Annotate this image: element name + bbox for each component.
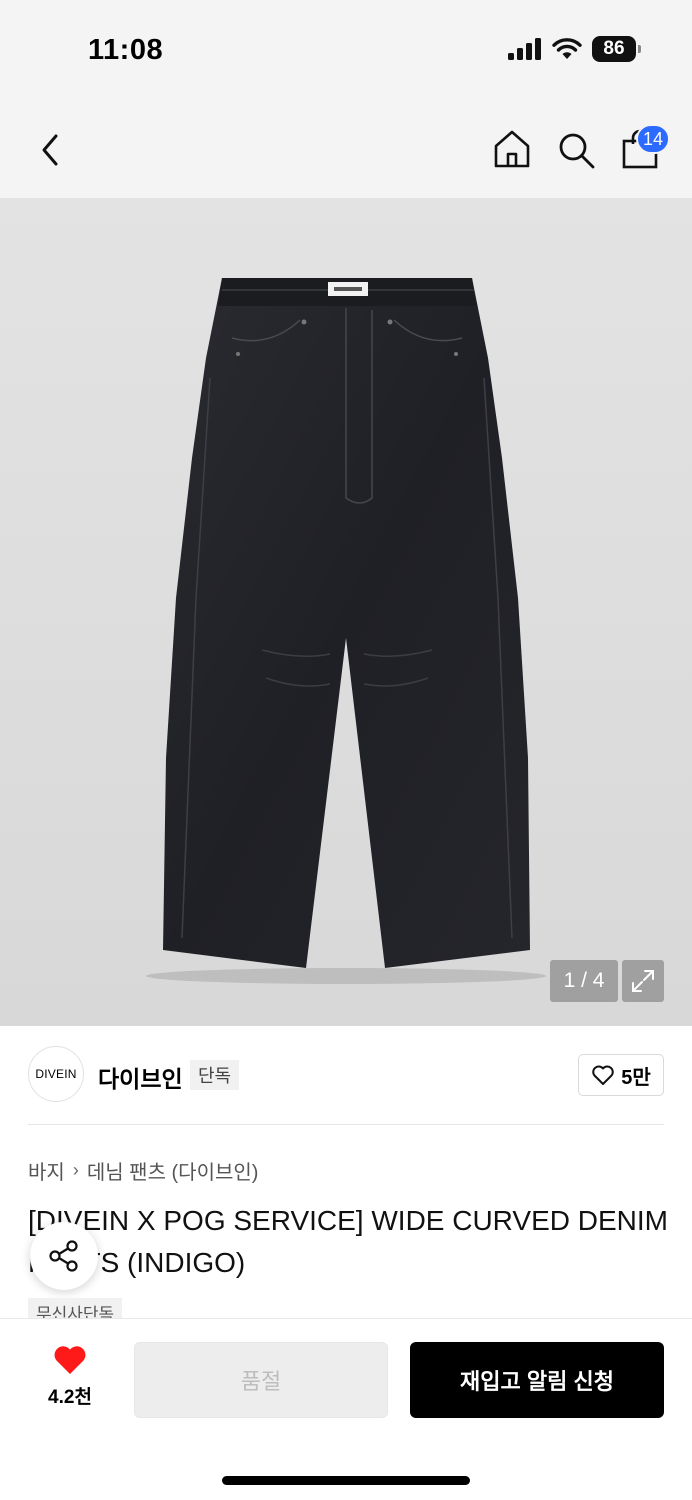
product-title: [DIVEIN X POG SERVICE] WIDE CURVED DENIM…	[28, 1205, 668, 1278]
brand-like-count: 5만	[621, 1066, 651, 1089]
brand-like-button[interactable]: 5만	[578, 1054, 664, 1096]
heart-filled-icon	[54, 1346, 86, 1374]
search-icon[interactable]	[556, 130, 596, 170]
home-indicator[interactable]	[222, 1476, 470, 1485]
battery-level: 86	[603, 38, 625, 59]
brand-logo[interactable]: DIVEIN	[28, 1046, 84, 1102]
heart-outline-icon	[592, 1065, 614, 1085]
brand-name[interactable]: 다이브인	[98, 1060, 183, 1094]
chevron-right-icon: ›	[72, 1160, 79, 1180]
status-bar: 11:08 86	[0, 0, 692, 100]
share-button[interactable]	[30, 1222, 98, 1290]
wishlist-button[interactable]: 4.2천	[28, 1344, 112, 1416]
wifi-icon	[552, 38, 582, 59]
exclusive-tag: 단독	[190, 1060, 240, 1090]
home-icon[interactable]	[492, 128, 532, 170]
wishlist-count: 4.2천	[48, 1387, 92, 1408]
cart-count-badge: 14	[636, 124, 670, 154]
chevron-left-icon[interactable]	[34, 130, 68, 170]
product-image[interactable]	[0, 198, 692, 1026]
divider	[28, 1124, 664, 1125]
battery-icon: 86	[592, 36, 641, 62]
share-icon	[49, 1240, 78, 1272]
breadcrumb-subcategory[interactable]: 데님 팬츠 (다이브인)	[87, 1156, 259, 1185]
denim-pants-illustration	[146, 278, 546, 984]
soldout-button: 품절	[134, 1342, 388, 1418]
restock-alert-button[interactable]: 재입고 알림 신청	[410, 1342, 664, 1418]
cellular-signal-icon	[508, 38, 541, 60]
expand-icon	[632, 970, 654, 992]
expand-button[interactable]	[622, 960, 664, 1002]
status-icons: 86	[508, 36, 641, 62]
status-time: 11:08	[88, 34, 164, 66]
brand-row: DIVEIN 다이브인 단독 5만	[28, 1046, 664, 1106]
image-counter: 1 / 4	[550, 960, 618, 1002]
breadcrumb-category[interactable]: 바지	[28, 1156, 65, 1185]
nav-bar	[0, 100, 692, 198]
breadcrumb: 바지 › 데님 팬츠 (다이브인)	[28, 1156, 258, 1185]
